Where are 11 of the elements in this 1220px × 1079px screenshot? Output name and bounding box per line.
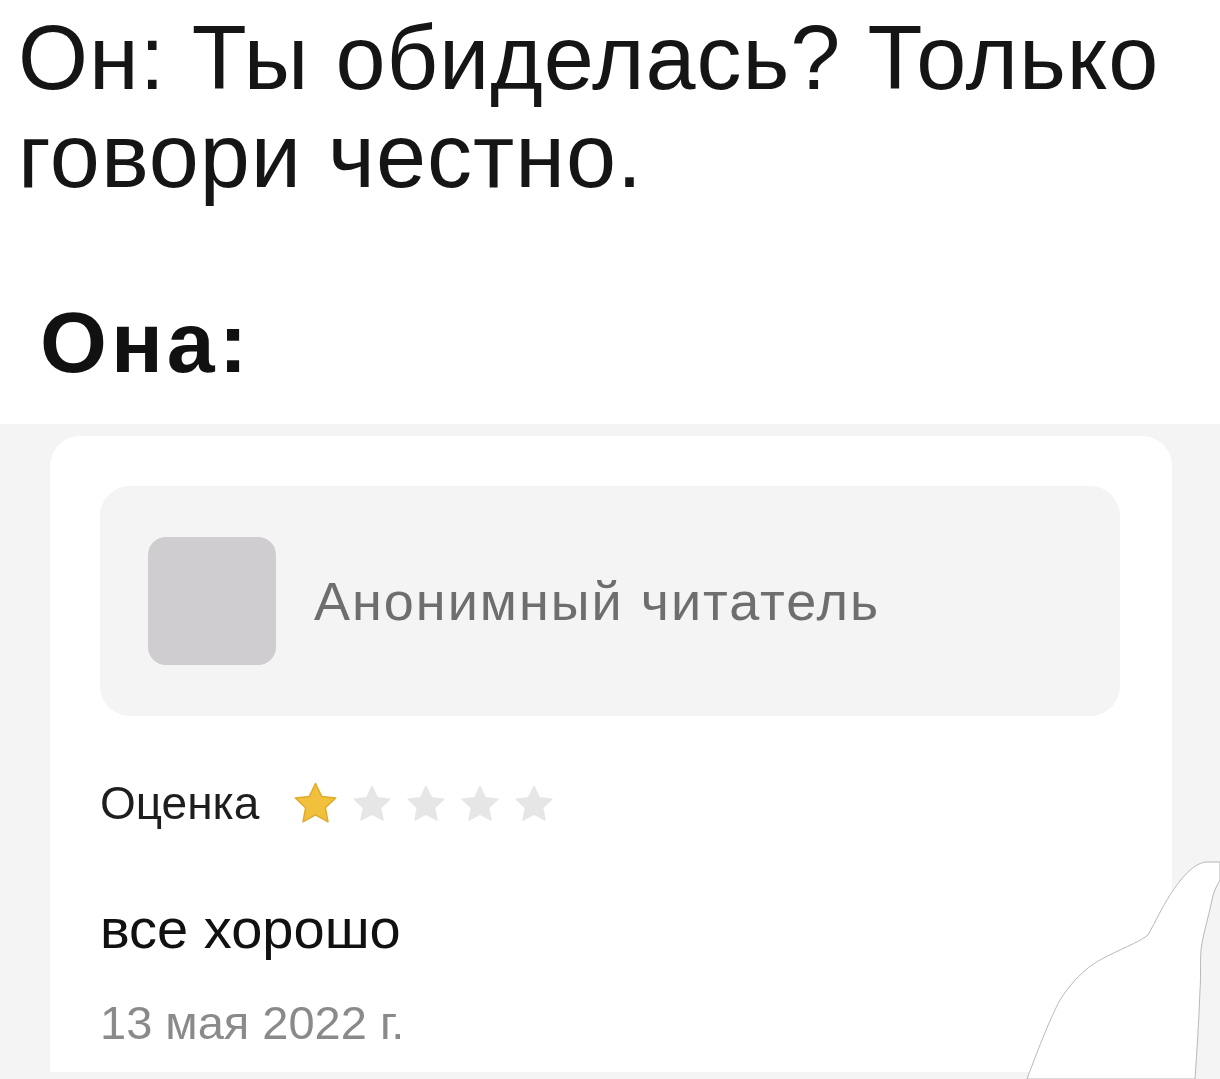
caption-text: Он: Ты обиделась? Только говори честно.	[17, 7, 1161, 205]
star-icon	[352, 784, 393, 823]
star-icon	[406, 784, 447, 823]
speaker-label: Она:	[39, 293, 253, 390]
star-icon	[460, 784, 501, 823]
star-icon	[293, 782, 339, 825]
author-name: Анонимный читатель	[314, 570, 881, 632]
review-text: все хорошо	[100, 897, 402, 961]
review-date: 13 мая 2022 г.	[100, 995, 406, 1051]
rating-label: Оценка	[100, 776, 260, 831]
star-icon	[514, 784, 555, 823]
